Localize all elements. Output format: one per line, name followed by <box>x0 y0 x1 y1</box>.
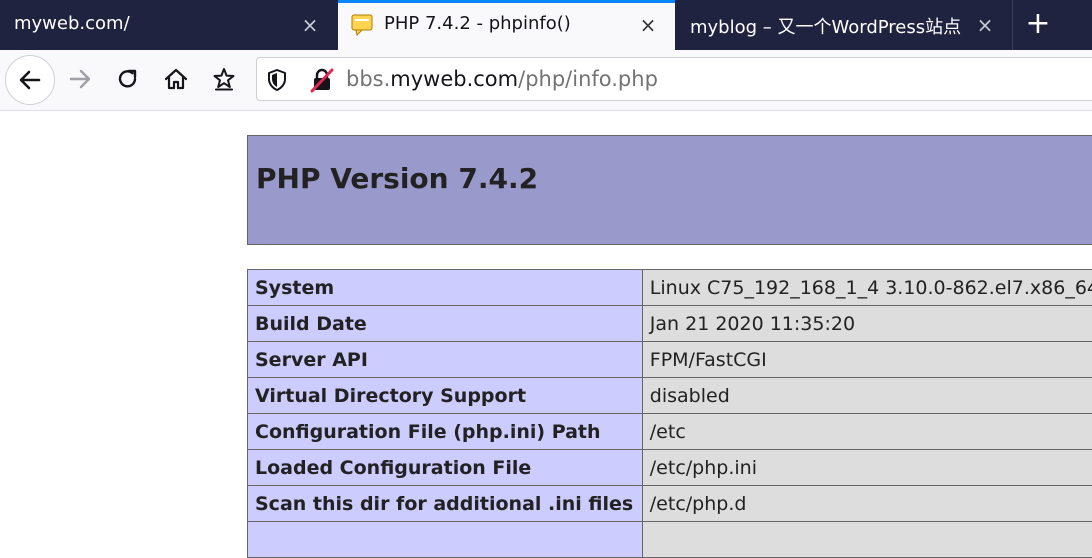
url-host: myweb.com <box>390 67 518 91</box>
row-value: Jan 21 2020 11:35:20 <box>642 306 1092 342</box>
tab-myweb[interactable]: myweb.com/ × <box>0 0 337 50</box>
new-tab-button[interactable]: + <box>1013 0 1063 50</box>
forward-button[interactable] <box>57 56 103 102</box>
row-label <box>248 522 643 558</box>
insecure-lock-icon[interactable] <box>309 67 335 93</box>
row-value <box>642 522 1092 558</box>
row-value: FPM/FastCGI <box>642 342 1092 378</box>
row-label: Scan this dir for additional .ini files <box>248 486 643 522</box>
table-row: Scan this dir for additional .ini files … <box>248 486 1092 522</box>
row-value: Linux C75_192_168_1_4 3.10.0-862.el7.x86… <box>642 270 1092 306</box>
tab-title: myweb.com/ <box>14 13 130 34</box>
row-label: Configuration File (php.ini) Path <box>248 414 643 450</box>
php-version-header: PHP Version 7.4.2 <box>247 135 1092 245</box>
bookmark-button[interactable] <box>201 56 247 102</box>
back-arrow-icon <box>17 67 43 93</box>
url-path: /php/info.php <box>518 67 658 91</box>
reload-button[interactable] <box>105 56 151 102</box>
star-icon <box>211 66 237 92</box>
home-button[interactable] <box>153 56 199 102</box>
table-row: Virtual Directory Support disabled <box>248 378 1092 414</box>
tab-myblog[interactable]: myblog – 又一个WordPress站点 × <box>676 0 1012 50</box>
row-value: /etc/php.ini <box>642 450 1092 486</box>
tab-title: myblog – 又一个WordPress站点 <box>690 13 961 39</box>
row-value: /etc <box>642 414 1092 450</box>
row-value: disabled <box>642 378 1092 414</box>
shield-icon[interactable] <box>265 68 289 92</box>
back-button[interactable] <box>5 55 55 105</box>
table-row: Build Date Jan 21 2020 11:35:20 <box>248 306 1092 342</box>
tab-title: PHP 7.4.2 - phpinfo() <box>384 13 571 34</box>
row-label: Loaded Configuration File <box>248 450 643 486</box>
table-row: Server API FPM/FastCGI <box>248 342 1092 378</box>
close-tab-icon[interactable]: × <box>299 14 321 36</box>
tab-strip: myweb.com/ × PHP 7.4.2 - phpinfo() × myb… <box>0 0 1092 50</box>
navigation-toolbar: bbs.myweb.com/php/info.php <box>0 50 1092 111</box>
tab-phpinfo[interactable]: PHP 7.4.2 - phpinfo() × <box>338 0 675 50</box>
row-label: Build Date <box>248 306 643 342</box>
url-subdomain: bbs. <box>346 67 390 91</box>
table-row: Configuration File (php.ini) Path /etc <box>248 414 1092 450</box>
reload-icon <box>115 66 141 92</box>
php-info-table: System Linux C75_192_168_1_4 3.10.0-862.… <box>247 269 1092 558</box>
address-bar[interactable]: bbs.myweb.com/php/info.php <box>256 57 1092 101</box>
url-text[interactable]: bbs.myweb.com/php/info.php <box>346 67 658 91</box>
table-row <box>248 522 1092 558</box>
row-value: /etc/php.d <box>642 486 1092 522</box>
table-row: Loaded Configuration File /etc/php.ini <box>248 450 1092 486</box>
speech-bubble-icon <box>351 14 373 36</box>
close-tab-icon[interactable]: × <box>974 14 996 36</box>
page-title: PHP Version 7.4.2 <box>256 162 538 195</box>
home-icon <box>163 66 189 92</box>
row-label: Server API <box>248 342 643 378</box>
table-row: System Linux C75_192_168_1_4 3.10.0-862.… <box>248 270 1092 306</box>
row-label: Virtual Directory Support <box>248 378 643 414</box>
row-label: System <box>248 270 643 306</box>
forward-arrow-icon <box>67 66 93 92</box>
close-tab-icon[interactable]: × <box>637 14 659 36</box>
